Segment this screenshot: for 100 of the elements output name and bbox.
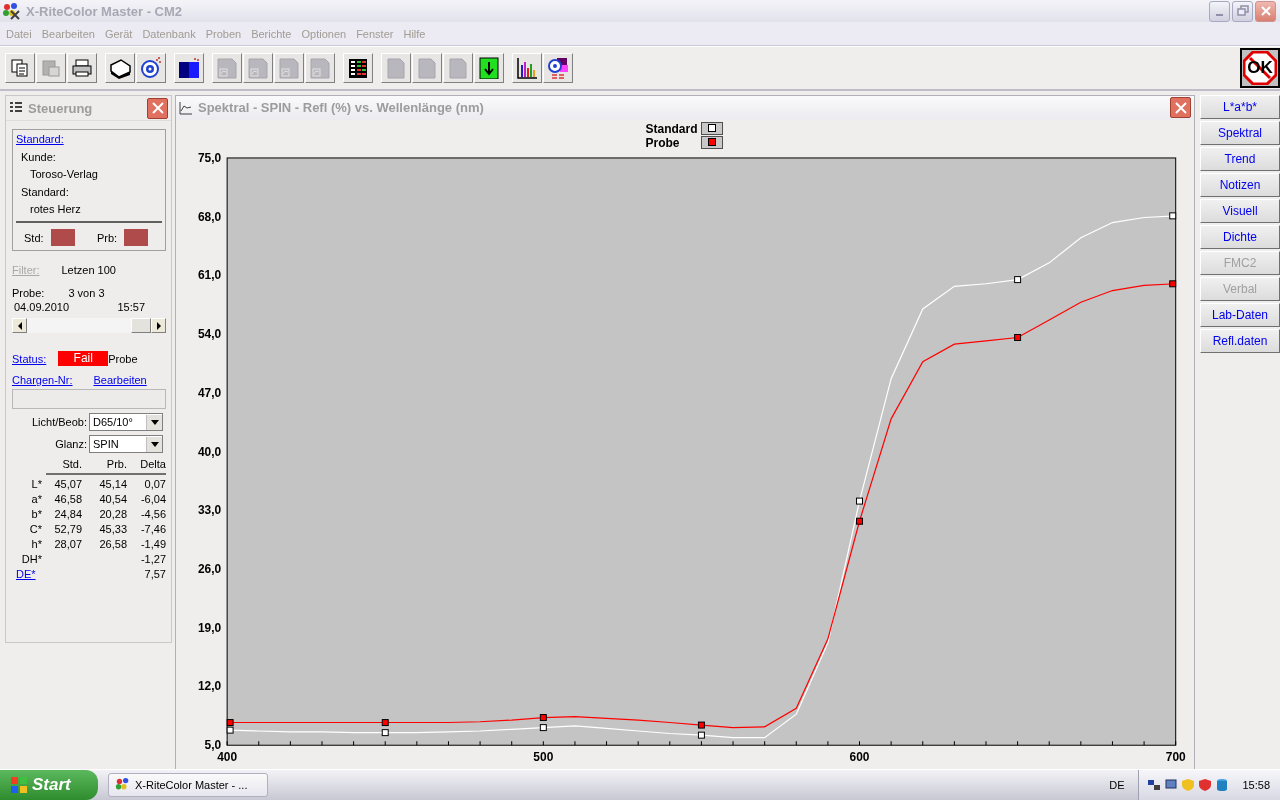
- toolbar-button[interactable]: [543, 53, 573, 83]
- view-button[interactable]: Refl.daten: [1200, 329, 1280, 353]
- table-cell-text: 0,07: [143, 478, 166, 490]
- view-button[interactable]: Spektral: [1200, 121, 1280, 145]
- toolbar-button[interactable]: [343, 53, 373, 83]
- y-tick-label: 26,0: [197, 561, 222, 576]
- row-label: C*: [28, 523, 43, 535]
- dropdown[interactable]: SPIN: [89, 435, 163, 453]
- table-cell-text: 45,07: [53, 478, 82, 490]
- table-cell-text: -7,46: [139, 523, 166, 535]
- toolbar-button[interactable]: [136, 53, 166, 83]
- toolbar-button[interactable]: [174, 53, 204, 83]
- color-target-icon: [547, 57, 569, 79]
- data-point-marker: [856, 517, 863, 525]
- table-cell-text: -6,04: [139, 493, 166, 505]
- delta-e-link[interactable]: DE*: [12, 568, 46, 580]
- line-chart-icon: [179, 100, 193, 115]
- close-button[interactable]: [147, 97, 168, 119]
- y-tick-label: 19,0: [197, 620, 222, 635]
- chart-window-title: Spektral - SPIN - Refl (%) vs. Wellenlänge (nm): [198, 100, 485, 116]
- field-value: rotes Herz: [30, 203, 82, 215]
- target-icon: [140, 57, 162, 79]
- x-tick-label: 600: [849, 750, 870, 765]
- standard-link[interactable]: Standard:: [16, 133, 64, 145]
- row-label: DH*: [20, 553, 43, 565]
- close-icon: [1259, 5, 1272, 17]
- dropdown[interactable]: D65/10°: [89, 413, 163, 431]
- sample-count: 3 von 3: [68, 287, 105, 299]
- y-tick-label: 33,0: [197, 503, 222, 518]
- color-squares-icon: [178, 57, 200, 79]
- table-cell-text: -1,27: [139, 553, 166, 565]
- windows-logo-icon: [10, 776, 28, 794]
- column-header: Prb.: [82, 458, 127, 475]
- app-logo-icon: [2, 2, 20, 20]
- caret-icon: [150, 441, 159, 447]
- x-tick-label: 700: [1165, 750, 1186, 765]
- close-icon: [150, 101, 165, 115]
- scroll-left-button[interactable]: [12, 318, 27, 333]
- sample-time: 15:57: [117, 301, 145, 313]
- field-label: Standard:: [21, 186, 70, 198]
- instrument-icon: [109, 57, 131, 79]
- shield-icon[interactable]: [1198, 778, 1213, 792]
- taskbar-task-button[interactable]: X-RiteColor Master - ...: [108, 773, 268, 797]
- toolbar-button[interactable]: [105, 53, 135, 83]
- y-tick-label: 61,0: [197, 268, 222, 283]
- close-button[interactable]: [1255, 0, 1276, 22]
- close-button[interactable]: [1170, 97, 1191, 119]
- document-icon: [447, 57, 469, 79]
- data-point-marker: [381, 718, 389, 726]
- data-point-marker: [1014, 276, 1022, 283]
- scroll-thumb[interactable]: [131, 318, 151, 333]
- network-icon[interactable]: [1147, 778, 1162, 792]
- view-button[interactable]: Dichte: [1200, 225, 1280, 249]
- clock: 15:58: [1242, 779, 1270, 791]
- y-tick-label: 12,0: [197, 679, 222, 694]
- view-button[interactable]: Visuell: [1200, 199, 1280, 223]
- sample-label: Probe:: [12, 287, 45, 299]
- minimize-icon: [1216, 14, 1223, 16]
- right-arrow-icon: [155, 321, 162, 330]
- language-indicator[interactable]: DE: [1109, 779, 1125, 791]
- view-button[interactable]: L*a*b*: [1200, 95, 1280, 119]
- minimize-button[interactable]: [1209, 0, 1230, 22]
- document-icon: [416, 57, 438, 79]
- column-header: Delta: [127, 458, 166, 475]
- field-label: Kunde:: [21, 151, 57, 163]
- row-label: L*: [30, 478, 43, 490]
- restore-button[interactable]: [1232, 0, 1253, 22]
- x-tick-label: 400: [217, 750, 238, 765]
- data-point-marker: [381, 729, 389, 736]
- y-tick-label: 75,0: [197, 150, 222, 165]
- toolbar-button[interactable]: [67, 53, 97, 83]
- table-cell-text: 20,28: [98, 508, 127, 520]
- status-link[interactable]: Status:: [12, 352, 47, 365]
- filter-value: Letzen 100: [61, 264, 116, 276]
- printer-icon: [71, 57, 93, 79]
- toolbar-button[interactable]: [512, 53, 542, 83]
- swatch-label: Prb:: [97, 231, 119, 244]
- y-tick-label: 47,0: [197, 385, 222, 400]
- field-value: Toroso-Verlag: [30, 168, 99, 180]
- scrollbar[interactable]: [12, 318, 166, 333]
- view-button[interactable]: Trend: [1200, 147, 1280, 171]
- monitor-icon[interactable]: [1164, 778, 1179, 792]
- copy-icon: [9, 57, 31, 79]
- view-button[interactable]: Notizen: [1200, 173, 1280, 197]
- status-suffix: Probe: [108, 352, 138, 365]
- table-cell-text: 7,57: [143, 568, 166, 580]
- list-icon: [9, 101, 23, 115]
- status-badge: Fail: [58, 351, 109, 366]
- data-point-marker: [1014, 333, 1022, 341]
- scroll-right-button[interactable]: [151, 318, 166, 333]
- table-cell-text: 26,58: [98, 538, 127, 550]
- data-point-marker: [856, 497, 863, 505]
- select-label: Glanz:: [55, 438, 87, 450]
- row-label: h*: [30, 538, 43, 550]
- chart-document-icon: [216, 57, 238, 79]
- chart-document-icon: [247, 57, 269, 79]
- view-button[interactable]: Lab-Daten: [1200, 303, 1280, 327]
- database-icon[interactable]: [1215, 778, 1230, 792]
- data-point-marker: [697, 721, 705, 729]
- toolbar-button[interactable]: [474, 53, 504, 83]
